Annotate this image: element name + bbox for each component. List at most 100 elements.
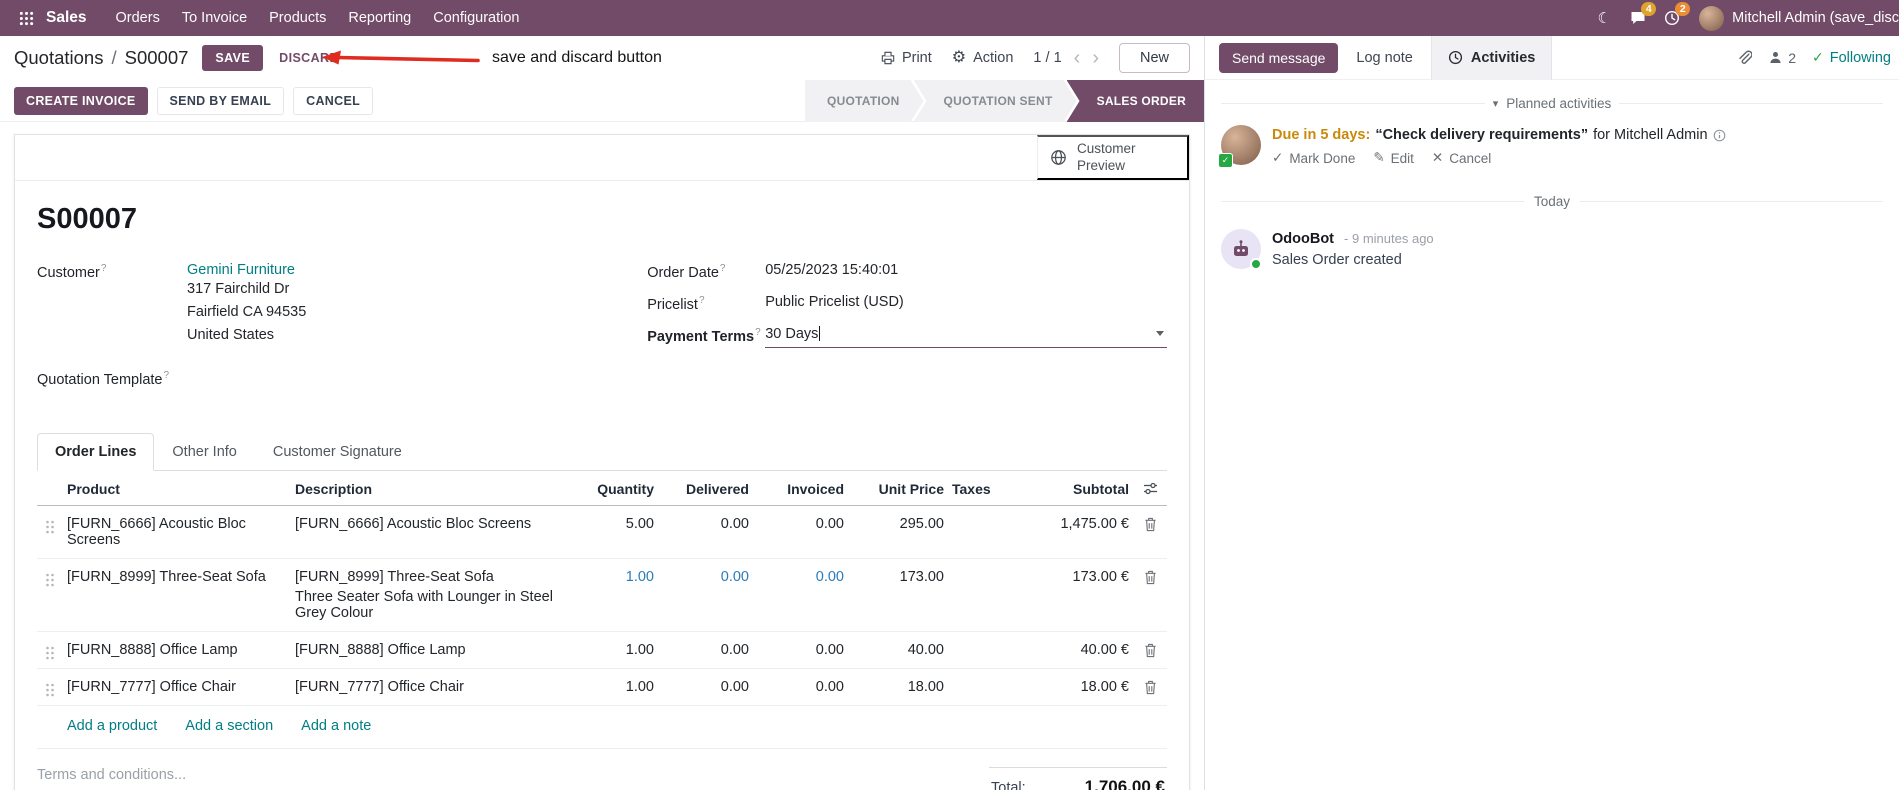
header-delivered[interactable]: Delivered [658, 471, 753, 505]
followers-button[interactable]: 2 [1768, 50, 1796, 66]
order-date-value[interactable]: 05/25/2023 15:40:01 [765, 262, 898, 281]
cell-taxes[interactable] [948, 632, 1018, 652]
cell-invoiced[interactable]: 0.00 [753, 632, 848, 668]
cell-quantity[interactable]: 1.00 [563, 669, 658, 705]
delete-row-button[interactable] [1133, 559, 1167, 585]
add-product-link[interactable]: Add a product [67, 718, 157, 734]
drag-handle-icon[interactable] [37, 669, 63, 698]
cell-invoiced[interactable]: 0.00 [753, 669, 848, 705]
table-row[interactable]: [FURN_8999] Three-Seat Sofa [FURN_8999] … [37, 559, 1167, 632]
pager-previous-icon[interactable]: ‹ [1074, 48, 1081, 68]
breadcrumb-quotations[interactable]: Quotations [14, 47, 103, 69]
column-settings-icon[interactable] [1133, 471, 1167, 496]
table-row[interactable]: [FURN_7777] Office Chair [FURN_7777] Off… [37, 669, 1167, 706]
header-invoiced[interactable]: Invoiced [753, 471, 848, 505]
menu-products[interactable]: Products [258, 0, 337, 36]
activity-info-button[interactable] [1713, 129, 1726, 142]
tab-other-info[interactable]: Other Info [154, 433, 254, 471]
messages-button[interactable]: 4 [1621, 0, 1657, 36]
cell-delivered[interactable]: 0.00 [658, 632, 753, 668]
payment-terms-input[interactable]: 30 Days [765, 326, 1167, 348]
header-unit-price[interactable]: Unit Price [848, 471, 948, 505]
cancel-activity-button[interactable]: ✕ Cancel [1432, 150, 1491, 166]
cell-quantity[interactable]: 1.00 [563, 632, 658, 668]
log-note-button[interactable]: Log note [1356, 50, 1412, 66]
cell-product[interactable]: [FURN_7777] Office Chair [63, 669, 291, 705]
header-quantity[interactable]: Quantity [563, 471, 658, 505]
header-taxes[interactable]: Taxes [948, 471, 1018, 505]
cell-product[interactable]: [FURN_6666] Acoustic Bloc Screens [63, 506, 291, 558]
cell-invoiced[interactable]: 0.00 [753, 559, 848, 595]
create-invoice-button[interactable]: CREATE INVOICE [14, 86, 148, 115]
cell-delivered[interactable]: 0.00 [658, 559, 753, 595]
discard-button[interactable]: DISCARD [271, 45, 347, 71]
cell-unit-price[interactable]: 18.00 [848, 669, 948, 705]
user-menu[interactable]: Mitchell Admin (save_disc [1699, 5, 1899, 31]
print-button[interactable]: Print [881, 50, 932, 66]
cell-description[interactable]: [FURN_7777] Office Chair [291, 669, 563, 705]
edit-activity-button[interactable]: ✎ Edit [1373, 150, 1414, 166]
new-button[interactable]: New [1118, 43, 1190, 73]
customer-link[interactable]: Gemini Furniture [187, 262, 295, 278]
header-subtotal[interactable]: Subtotal [1018, 471, 1133, 505]
cell-delivered[interactable]: 0.00 [658, 506, 753, 542]
apps-grid-icon[interactable] [10, 0, 42, 36]
add-section-link[interactable]: Add a section [185, 718, 273, 734]
status-step-quotation-sent[interactable]: QUOTATION SENT [914, 80, 1077, 122]
tab-customer-signature[interactable]: Customer Signature [255, 433, 420, 471]
cell-product[interactable]: [FURN_8999] Three-Seat Sofa [63, 559, 291, 595]
menu-to-invoice[interactable]: To Invoice [171, 0, 258, 36]
cell-description[interactable]: [FURN_8999] Three-Seat Sofa Three Seater… [291, 559, 563, 631]
add-note-link[interactable]: Add a note [301, 718, 371, 734]
dropdown-caret-icon[interactable] [1155, 330, 1164, 336]
dark-mode-toggle[interactable]: ☾ [1587, 0, 1621, 36]
status-step-quotation[interactable]: QUOTATION [805, 80, 923, 122]
drag-handle-icon[interactable] [37, 506, 63, 535]
menu-configuration[interactable]: Configuration [422, 0, 530, 36]
drag-handle-icon[interactable] [37, 632, 63, 661]
cell-taxes[interactable] [948, 669, 1018, 689]
header-product[interactable]: Product [63, 471, 291, 505]
pricelist-value[interactable]: Public Pricelist (USD) [765, 294, 904, 313]
send-message-button[interactable]: Send message [1219, 42, 1339, 73]
drag-handle-icon[interactable] [37, 559, 63, 588]
menu-orders[interactable]: Orders [105, 0, 171, 36]
following-toggle[interactable]: ✓ Following [1812, 49, 1891, 66]
mark-done-button[interactable]: ✓ Mark Done [1272, 150, 1355, 166]
save-button[interactable]: SAVE [202, 45, 264, 71]
cell-product[interactable]: [FURN_8888] Office Lamp [63, 632, 291, 668]
cell-description[interactable]: [FURN_8888] Office Lamp [291, 632, 563, 668]
tab-order-lines[interactable]: Order Lines [37, 432, 155, 471]
cell-unit-price[interactable]: 295.00 [848, 506, 948, 542]
header-description[interactable]: Description [291, 471, 563, 505]
activities-button[interactable]: 2 [1655, 0, 1691, 36]
cell-unit-price[interactable]: 173.00 [848, 559, 948, 595]
pager-next-icon[interactable]: › [1092, 48, 1099, 68]
customer-preview-button[interactable]: Customer Preview [1037, 135, 1189, 180]
cancel-button[interactable]: CANCEL [293, 86, 374, 115]
table-row[interactable]: [FURN_8888] Office Lamp [FURN_8888] Offi… [37, 632, 1167, 669]
planned-activities-header[interactable]: ▾ Planned activities [1221, 96, 1883, 111]
attachments-button[interactable] [1736, 50, 1753, 66]
cell-invoiced[interactable]: 0.00 [753, 506, 848, 542]
delete-row-button[interactable] [1133, 632, 1167, 658]
send-by-email-button[interactable]: SEND BY EMAIL [156, 86, 285, 115]
table-row[interactable]: [FURN_6666] Acoustic Bloc Screens [FURN_… [37, 506, 1167, 559]
delete-row-button[interactable] [1133, 669, 1167, 695]
terms-placeholder[interactable]: Terms and conditions... [37, 767, 186, 783]
cell-unit-price[interactable]: 40.00 [848, 632, 948, 668]
status-step-sales-order[interactable]: SALES ORDER [1066, 80, 1204, 122]
cell-quantity[interactable]: 5.00 [563, 506, 658, 542]
delete-row-button[interactable] [1133, 506, 1167, 532]
cell-taxes[interactable] [948, 506, 1018, 526]
message-author[interactable]: OdooBot [1272, 231, 1334, 247]
cell-quantity[interactable]: 1.00 [563, 559, 658, 595]
action-button[interactable]: ⚙ Action [952, 50, 1014, 67]
cell-subtotal: 40.00 € [1080, 641, 1129, 658]
cell-delivered[interactable]: 0.00 [658, 669, 753, 705]
cell-taxes[interactable] [948, 559, 1018, 579]
activities-tab[interactable]: Activities [1430, 35, 1553, 80]
cell-description[interactable]: [FURN_6666] Acoustic Bloc Screens [291, 506, 563, 542]
app-name[interactable]: Sales [46, 9, 87, 27]
menu-reporting[interactable]: Reporting [337, 0, 422, 36]
